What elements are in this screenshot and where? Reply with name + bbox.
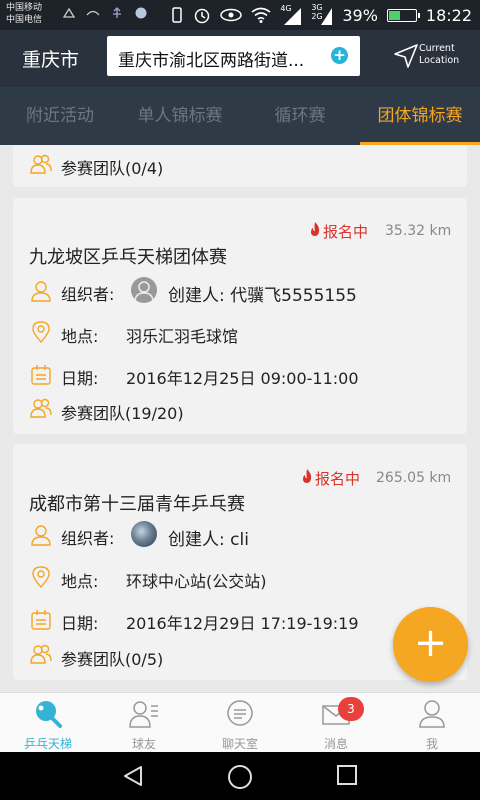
bottom-nav: 乒乓天梯 球友 聊天室 消息 我: [0, 692, 480, 752]
app-notification-icon: [86, 10, 100, 16]
team-icon: [30, 644, 52, 664]
nav-item-chatroom[interactable]: 聊天室: [192, 693, 288, 752]
event-card[interactable]: 报名中 35.32 km 九龙坡区乒乓天梯团体赛 组织者: 创建人: 代骥飞55…: [13, 198, 467, 434]
nav-item-pingpong-ladder[interactable]: 乒乓天梯: [0, 693, 96, 752]
usb-icon: [113, 7, 121, 18]
tab-nearby-activities[interactable]: 附近活动: [0, 87, 120, 145]
wifi-icon: [251, 7, 271, 23]
date-value: 2016年12月29日 17:19-19:19: [126, 614, 359, 633]
organizer-label: 组织者:: [61, 285, 115, 304]
tab-team-championship[interactable]: 团体锦标赛: [360, 87, 480, 145]
calendar-icon: [31, 365, 51, 385]
messages-badge: 3: [338, 697, 364, 721]
alarm-icon: [195, 8, 210, 24]
team-count: 参赛团队(0/5): [61, 650, 164, 669]
eye-icon: [220, 8, 243, 22]
event-list[interactable]: 参赛团队(0/4) 报名中 35.32 km 九龙坡区乒乓天梯团体赛 组织者: …: [0, 145, 480, 692]
tab-round-robin[interactable]: 循环赛: [240, 87, 360, 145]
organizer-label: 组织者:: [61, 529, 115, 548]
team-count: 参赛团队(0/4): [61, 159, 164, 178]
app-header: 重庆市 重庆市渝北区两路街道... + Current Location: [0, 30, 480, 87]
location-value: 羽乐汇羽毛球馆: [126, 327, 239, 346]
avatar: [131, 521, 157, 547]
location-pin-icon: [32, 566, 50, 588]
location-arrow-icon[interactable]: [393, 43, 419, 69]
add-location-icon[interactable]: +: [331, 47, 348, 64]
location-value: 环球中心站(公交站): [126, 572, 267, 591]
clock: 18:22: [425, 5, 472, 25]
nav-item-friends[interactable]: 球友: [96, 693, 192, 752]
create-event-button[interactable]: +: [393, 607, 468, 682]
tab-bar: 附近活动 单人锦标赛 循环赛 团体锦标赛: [0, 87, 480, 145]
battery-icon: [386, 8, 420, 22]
city-selector[interactable]: 重庆市: [22, 45, 79, 72]
user-icon: [419, 700, 445, 728]
current-location-button[interactable]: Current Location: [419, 43, 459, 67]
nav-item-me[interactable]: 我: [384, 693, 480, 752]
event-card[interactable]: 参赛团队(0/4): [13, 145, 467, 187]
home-icon[interactable]: [227, 764, 253, 790]
signal-3g2g: 3G 2G: [311, 4, 333, 26]
team-icon: [30, 398, 52, 418]
carrier-info: 中国移动 中国电信: [6, 2, 42, 26]
current-location-line2: Location: [419, 55, 460, 66]
creator-name: 创建人: cli: [168, 530, 249, 550]
vibrate-icon: [172, 7, 183, 23]
nav-label: 球友: [131, 737, 156, 751]
address-field[interactable]: 重庆市渝北区两路街道... +: [107, 36, 360, 76]
fire-icon: [311, 222, 320, 236]
location-label: 地点:: [61, 327, 99, 346]
chat-icon: [227, 700, 253, 726]
date-value: 2016年12月25日 09:00-11:00: [126, 369, 359, 388]
nav-label: 消息: [323, 737, 348, 751]
recents-icon[interactable]: [336, 764, 358, 786]
event-title: 九龙坡区乒乓天梯团体赛: [29, 247, 227, 268]
app-circle-icon: [135, 7, 147, 19]
location-label: 地点:: [61, 572, 99, 591]
nav-label: 乒乓天梯: [23, 737, 72, 751]
creator-name: 创建人: 代骥飞5555155: [168, 286, 357, 306]
address-text: 重庆市渝北区两路街道...: [118, 51, 305, 71]
avatar: [131, 277, 157, 303]
battery-fill: [388, 10, 400, 20]
calendar-icon: [31, 610, 51, 630]
status-badge: 报名中: [323, 223, 369, 241]
signal-icon: [284, 8, 302, 25]
fire-icon: [303, 469, 312, 483]
notification-icon: [62, 7, 76, 18]
system-nav-bar: [0, 752, 480, 800]
date-label: 日期:: [61, 614, 99, 633]
team-count: 参赛团队(19/20): [61, 404, 184, 423]
distance: 265.05 km: [376, 470, 452, 486]
distance: 35.32 km: [385, 223, 452, 239]
nav-label: 聊天室: [221, 737, 258, 751]
team-icon: [30, 154, 52, 174]
paddle-icon: [36, 701, 62, 728]
status-badge: 报名中: [315, 470, 361, 488]
status-bar: 中国移动 中国电信 4G 3G 2G 39% 18:22: [0, 0, 480, 30]
date-label: 日期:: [61, 369, 99, 388]
battery-percent: 39%: [342, 5, 378, 25]
signal-icon-2: [321, 8, 333, 25]
status-right: 4G 3G 2G 39% 18:22: [170, 0, 472, 30]
back-icon[interactable]: [121, 764, 145, 788]
tab-singles-championship[interactable]: 单人锦标赛: [120, 87, 240, 145]
carrier-1: 中国移动: [6, 3, 43, 13]
organizer-icon: [31, 525, 51, 546]
carrier-2: 中国电信: [6, 15, 43, 25]
location-pin-icon: [32, 321, 50, 343]
organizer-icon: [31, 281, 51, 302]
current-location-line1: Current: [419, 43, 455, 54]
friends-icon: [129, 701, 158, 728]
notification-icons: [62, 7, 148, 19]
event-title: 成都市第十三届青年乒乓赛: [29, 494, 245, 515]
signal-4g: 4G: [280, 4, 302, 26]
nav-item-messages[interactable]: 消息: [288, 693, 384, 752]
nav-label: 我: [425, 737, 438, 751]
